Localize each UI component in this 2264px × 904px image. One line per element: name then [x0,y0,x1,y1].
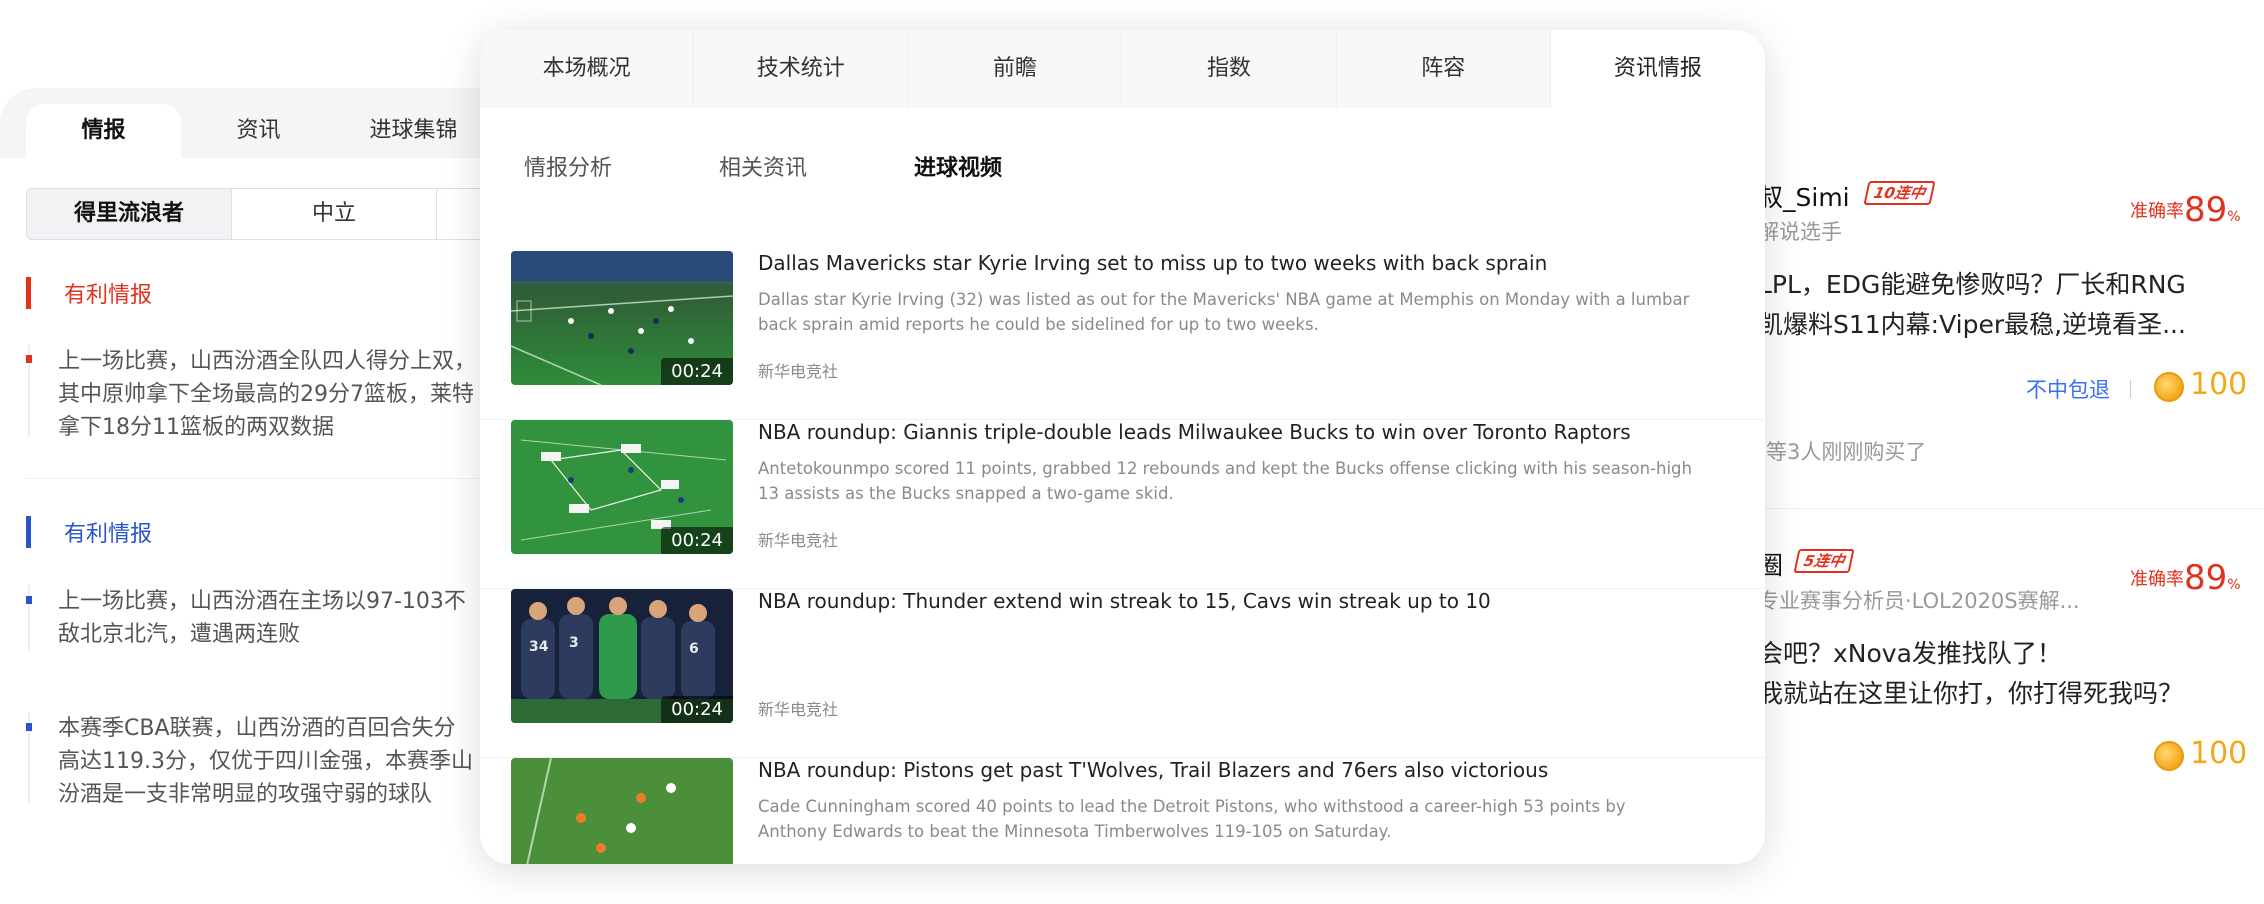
expert-name[interactable]: 叔_Simi [1758,178,1850,214]
intel-panel: 情报 资讯 进球集锦 得里流浪者 中立 有利情报 上一场比赛，山西汾酒全队四人得… [0,0,576,904]
news-title[interactable]: NBA roundup: Giannis triple-double leads… [758,420,1631,444]
video-thumbnail[interactable]: 00:24 [511,251,733,385]
price[interactable]: 100 [2190,367,2247,402]
news-item[interactable]: 00:24 Dallas Mavericks star Kyrie Irving… [480,251,1765,420]
news-source: 新华电竞社 [758,362,839,381]
segment-neutral[interactable]: 中立 [231,188,437,240]
tab-stats[interactable]: 技术统计 [694,30,909,108]
section-marker [26,516,31,548]
segment-team-a[interactable]: 得里流浪者 [26,188,232,240]
price[interactable]: 100 [2190,736,2247,771]
accuracy: 准确率89% [2130,190,2241,230]
video-thumbnail[interactable]: 34 3 6 00:24 [511,589,733,723]
expert-subtitle: 解说选手 [1758,220,1842,244]
svg-text:34: 34 [529,639,549,655]
pick-title[interactable]: 会吧？xNova发推找队了！ 我就站在这里让你打，你打得死我吗？ [1758,634,2183,714]
tab-news-intel[interactable]: 资讯情报 [1550,30,1765,108]
news-item[interactable]: 34 3 6 00:24 NBA roundup: Thunder extend w… [480,589,1765,758]
video-duration: 00:24 [661,527,733,554]
coin-icon [2154,741,2184,771]
main-tabbar: 本场概况 技术统计 前瞻 指数 阵容 资讯情报 [480,30,1765,108]
tab-highlights[interactable]: 进球集锦 [336,104,491,158]
news-item[interactable]: NBA roundup: Pistons get past T'Wolves, … [480,758,1765,864]
tab-preview[interactable]: 前瞻 [908,30,1123,108]
subtab-related-news[interactable]: 相关资讯 [719,150,807,182]
expert-picks-panel: 叔_Simi 10连中 解说选手 准确率89% LPL，EDG能避免惨败吗？厂长… [1740,0,2264,904]
news-source: 新华电竞社 [758,531,839,550]
buyers-text: 等3人刚刚购买了 [1766,440,1927,464]
tab-news[interactable]: 资讯 [181,104,336,158]
news-title[interactable]: Dallas Mavericks star Kyrie Irving set t… [758,251,1547,275]
subtab-analysis[interactable]: 情报分析 [524,150,612,182]
news-source: 新华电竞社 [758,700,839,719]
accuracy: 准确率89% [2130,558,2241,598]
tab-intel[interactable]: 情报 [26,104,181,158]
video-thumbnail[interactable]: 00:24 [511,420,733,554]
svg-text:3: 3 [569,635,579,651]
soccer-match-image [511,758,733,864]
intel-item: 本赛季CBA联赛，山西汾酒的百回合失分 高达119.3分，仅优于四川金强，本赛季… [58,716,473,807]
news-item[interactable]: 00:24 NBA roundup: Giannis triple-double… [480,420,1765,589]
news-summary: Dallas star Kyrie Irving (32) was listed… [758,290,1690,334]
coin-icon [2154,372,2184,402]
expert-subtitle: 专业赛事分析员·LOL2020S赛解... [1758,589,2080,613]
video-duration: 00:24 [661,696,733,723]
tab-odds[interactable]: 指数 [1122,30,1337,108]
match-detail-modal: 本场概况 技术统计 前瞻 指数 阵容 资讯情报 情报分析 相关资讯 进球视频 0… [480,30,1765,864]
pick-title[interactable]: LPL，EDG能避免惨败吗？厂长和RNG 凯爆料S11内幕:Viper最稳,逆境… [1758,265,2186,345]
section-title: 有利情报 [64,283,153,308]
streak-badge: 10连中 [1863,181,1936,205]
refund-label: 不中包退 [2026,378,2110,402]
intel-item: 上一场比赛，山西汾酒全队四人得分上双， 其中原帅拿下全场最高的29分7篮板，莱特… [58,349,477,440]
section-title: 有利情报 [64,522,153,547]
streak-badge: 5连中 [1793,549,1855,573]
intel-item: 上一场比赛，山西汾酒在主场以97-103不 敌北京北汽，遭遇两连败 [58,589,466,647]
subtab-goal-videos[interactable]: 进球视频 [914,150,1002,182]
news-title[interactable]: NBA roundup: Pistons get past T'Wolves, … [758,758,1548,782]
video-duration: 00:24 [661,358,733,385]
news-summary: Antetokounmpo scored 11 points, grabbed … [758,459,1692,503]
news-summary: Cade Cunningham scored 40 points to lead… [758,797,1626,841]
section-marker [26,277,31,309]
tab-overview[interactable]: 本场概况 [480,30,695,108]
svg-text:6: 6 [689,641,699,657]
tab-lineup[interactable]: 阵容 [1337,30,1551,108]
video-thumbnail[interactable] [511,758,733,864]
news-title[interactable]: NBA roundup: Thunder extend win streak t… [758,589,1491,613]
